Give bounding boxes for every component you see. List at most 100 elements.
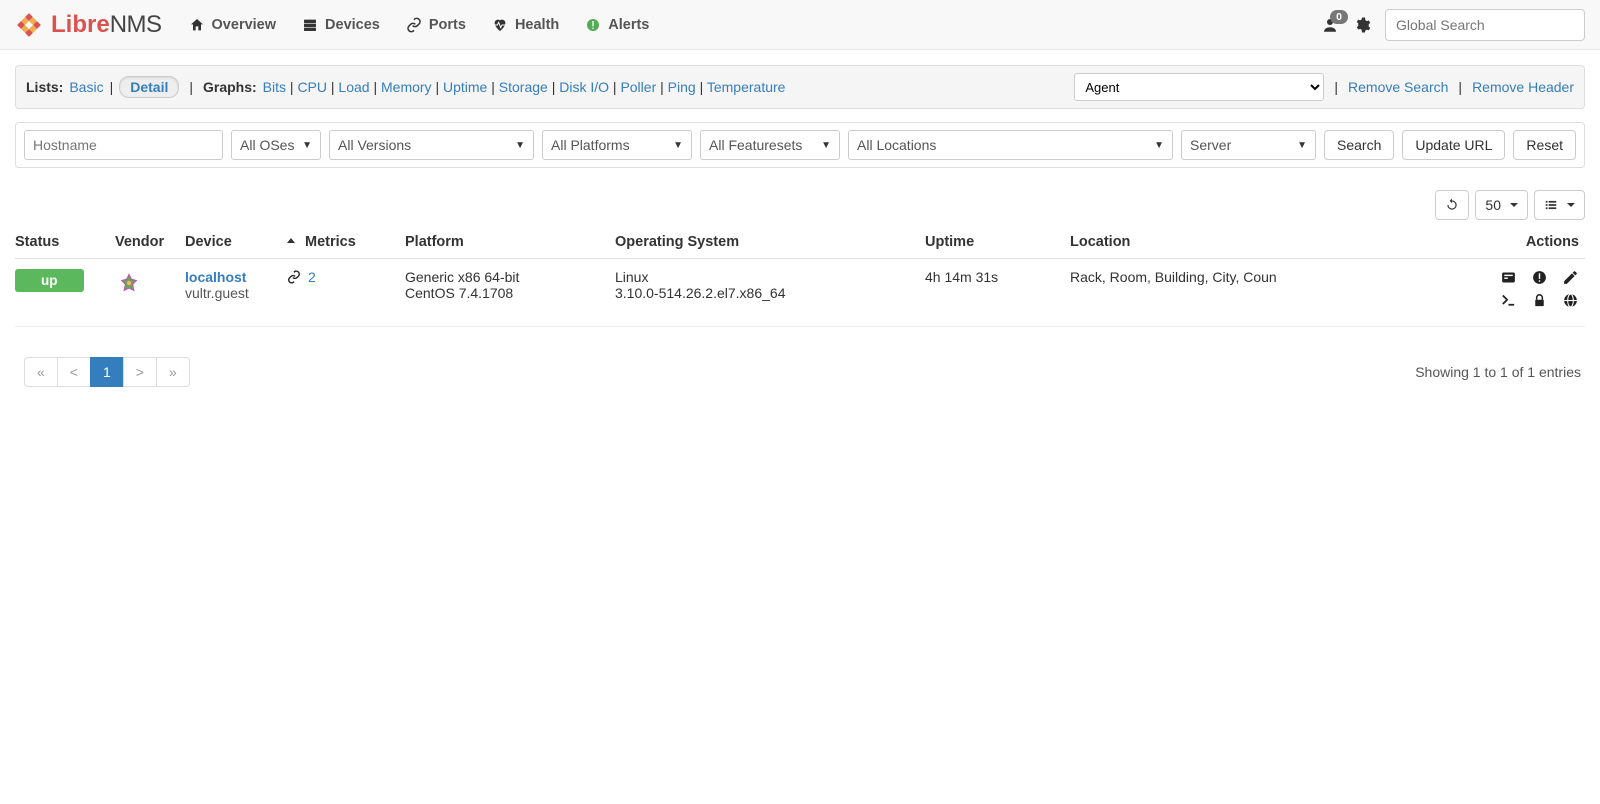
featureset-select[interactable]: All Featuresets▼ [700,130,840,160]
platform-line2: CentOS 7.4.1708 [405,285,513,301]
alert-icon [585,17,601,33]
page-last[interactable]: » [156,357,190,387]
col-location[interactable]: Location [1070,226,1490,259]
capture-icon[interactable] [1500,269,1517,286]
nav-right: 0 [1321,9,1585,41]
alert-icon[interactable] [1531,269,1548,286]
device-sysname: vultr.guest [185,285,249,301]
col-device[interactable]: Device [185,226,285,259]
graphs-label: Graphs: [203,79,257,95]
server-icon [302,17,318,33]
graph-link-uptime[interactable]: Uptime [443,79,487,95]
user-menu[interactable]: 0 [1321,16,1339,34]
lock-icon[interactable] [1531,292,1548,309]
graph-link-cpu[interactable]: CPU [297,79,327,95]
nav-health[interactable]: Health [480,3,571,47]
notification-count: 0 [1330,10,1348,24]
agent-select[interactable]: Agent [1074,73,1324,101]
graph-link-poller[interactable]: Poller [620,79,656,95]
col-platform[interactable]: Platform [405,226,615,259]
col-vendor[interactable]: Vendor [115,226,185,259]
location-text: Rack, Room, Building, City, Coun [1070,269,1277,285]
link-icon [406,17,422,33]
col-status[interactable]: Status [15,226,115,259]
graph-link-load[interactable]: Load [338,79,369,95]
chevron-down-icon: ▼ [673,140,683,151]
graph-link-storage[interactable]: Storage [499,79,548,95]
remove-header-link[interactable]: Remove Header [1472,79,1574,95]
lists-detail-active[interactable]: Detail [119,76,179,98]
link-icon [285,270,303,284]
page-next[interactable]: > [123,357,157,387]
col-uptime[interactable]: Uptime [925,226,1070,259]
graph-link-bits[interactable]: Bits [263,79,286,95]
graph-link-memory[interactable]: Memory [381,79,432,95]
table-toolbar: 50 [15,190,1585,220]
update-url-button[interactable]: Update URL [1402,130,1505,160]
top-navbar: LibreNMS Overview Devices Ports Health A… [0,0,1600,50]
page-current[interactable]: 1 [90,357,124,387]
pager-row: « < 1 > » Showing 1 to 1 of 1 entries [15,357,1585,387]
brand-text-1: Libre [51,11,110,39]
hostname-input[interactable] [24,130,223,160]
heartbeat-icon [492,17,508,33]
pagination: « < 1 > » [25,357,190,387]
lists-basic-link[interactable]: Basic [69,79,103,95]
terminal-icon[interactable] [1500,292,1517,309]
nav-ports[interactable]: Ports [394,3,478,47]
graph-link-ping[interactable]: Ping [668,79,696,95]
gear-icon[interactable] [1353,16,1371,34]
chevron-down-icon: ▼ [1297,140,1307,151]
platform-line1: Generic x86 64-bit [405,269,519,285]
nav-alerts[interactable]: Alerts [573,3,661,47]
platform-select[interactable]: All Platforms▼ [542,130,692,160]
table-row: up localhost vultr.guest [15,259,1585,327]
chevron-down-icon: ▼ [302,140,312,151]
page-size-select[interactable]: 50 [1475,190,1528,220]
graph-links: Bits | CPU | Load | Memory | Uptime | St… [263,79,786,95]
remove-search-link[interactable]: Remove Search [1348,79,1448,95]
columns-select[interactable] [1534,190,1585,220]
entries-summary: Showing 1 to 1 of 1 entries [1415,364,1581,380]
uptime-text: 4h 14m 31s [925,269,998,285]
nav-overview[interactable]: Overview [177,3,289,47]
refresh-icon [1445,198,1459,212]
list-icon [1544,198,1558,212]
global-search-input[interactable] [1385,9,1585,41]
col-actions: Actions [1490,226,1585,259]
actions-cell [1490,259,1585,327]
nav-devices[interactable]: Devices [290,3,392,47]
type-select[interactable]: Server▼ [1181,130,1316,160]
reset-button[interactable]: Reset [1513,130,1576,160]
device-name-link[interactable]: localhost [185,269,246,285]
globe-icon[interactable] [1562,292,1579,309]
filter-row: All OSes▼ All Versions▼ All Platforms▼ A… [15,122,1585,168]
location-select[interactable]: All Locations▼ [848,130,1173,160]
chevron-down-icon: ▼ [1154,140,1164,151]
metrics-link[interactable]: 2 [285,269,316,285]
version-select[interactable]: All Versions▼ [329,130,534,160]
search-button[interactable]: Search [1324,130,1394,160]
chevron-down-icon: ▼ [821,140,831,151]
lists-graphs-bar: Lists: Basic | Detail | Graphs: Bits | C… [15,65,1585,109]
graph-link-disk-i-o[interactable]: Disk I/O [559,79,609,95]
edit-icon[interactable] [1562,269,1579,286]
os-line2: 3.10.0-514.26.2.el7.x86_64 [615,285,785,301]
brand-text-2: NMS [110,11,162,39]
col-metrics[interactable]: Metrics [285,226,405,259]
sort-asc-icon [285,236,297,248]
devices-table: Status Vendor Device Metrics Platform Op… [15,226,1585,327]
nav-items: Overview Devices Ports Health Alerts [177,3,1321,47]
home-icon [189,17,205,33]
page-first[interactable]: « [24,357,58,387]
col-os[interactable]: Operating System [615,226,925,259]
graph-link-temperature[interactable]: Temperature [707,79,786,95]
brand-logo[interactable]: LibreNMS [15,11,162,39]
lists-label: Lists: [26,79,63,95]
chevron-down-icon: ▼ [515,140,525,151]
refresh-button[interactable] [1435,190,1469,220]
page-prev[interactable]: < [57,357,91,387]
status-badge: up [15,269,84,292]
os-line1: Linux [615,269,648,285]
os-select[interactable]: All OSes▼ [231,130,321,160]
